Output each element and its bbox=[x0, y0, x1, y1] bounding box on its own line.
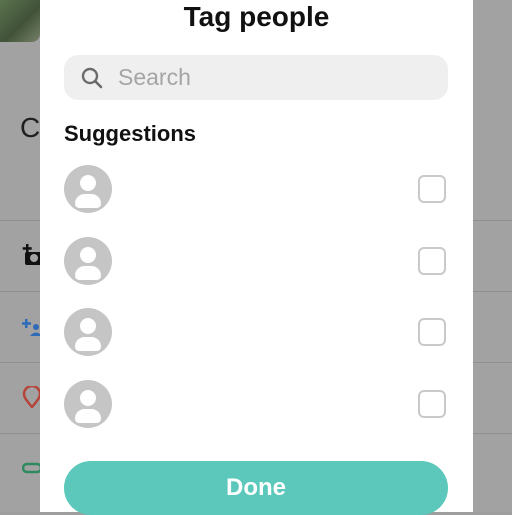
tag-people-sheet: Tag people Suggestions Done bbox=[40, 0, 473, 515]
search-bar[interactable] bbox=[64, 55, 448, 100]
suggestion-row[interactable] bbox=[64, 378, 448, 430]
suggestion-row[interactable] bbox=[64, 306, 448, 358]
link-icon bbox=[22, 462, 42, 474]
sheet-title: Tag people bbox=[183, 1, 330, 32]
suggestion-row[interactable] bbox=[64, 235, 448, 287]
location-icon bbox=[22, 386, 42, 408]
suggestion-checkbox[interactable] bbox=[418, 318, 446, 346]
suggestion-checkbox[interactable] bbox=[418, 390, 446, 418]
done-button[interactable]: Done bbox=[64, 461, 448, 515]
suggestions-heading: Suggestions bbox=[64, 121, 197, 146]
search-input[interactable] bbox=[116, 63, 440, 92]
suggestion-checkbox[interactable] bbox=[418, 175, 446, 203]
person-icon bbox=[64, 237, 112, 285]
person-icon bbox=[64, 380, 112, 428]
background-caption-fragment: C bbox=[20, 112, 41, 143]
suggestion-checkbox[interactable] bbox=[418, 247, 446, 275]
suggestion-row[interactable] bbox=[64, 163, 448, 215]
search-icon bbox=[81, 67, 103, 88]
add-people-icon bbox=[22, 319, 42, 336]
add-photo-icon bbox=[22, 244, 42, 265]
background-photo-thumbnail bbox=[0, 0, 40, 42]
person-icon bbox=[64, 165, 112, 213]
person-icon bbox=[64, 308, 112, 356]
